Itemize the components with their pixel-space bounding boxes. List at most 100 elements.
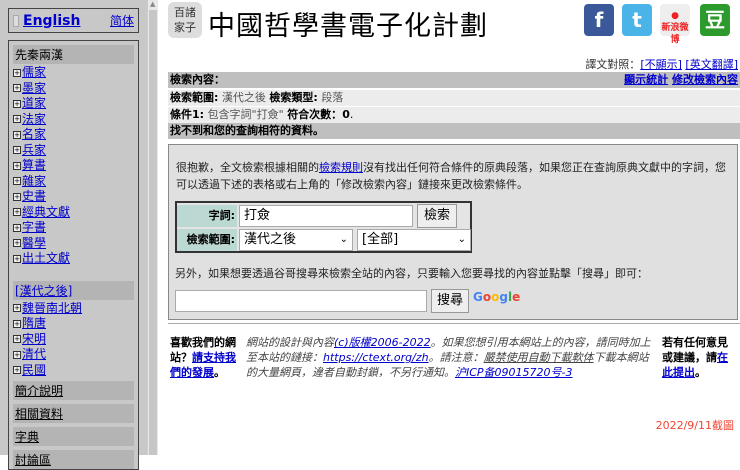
sidebar-item-pre-qin[interactable]: + 出土文獻 xyxy=(13,251,134,267)
scope-label: 檢索範圍: xyxy=(177,229,237,251)
sidebar-item-link[interactable]: 醫學 xyxy=(22,236,46,251)
expand-icon[interactable]: + xyxy=(13,84,21,93)
word-input[interactable]: 打僉 xyxy=(239,205,413,227)
sidebar-item-link[interactable]: 隋唐 xyxy=(22,316,46,331)
sidebar-item-link[interactable]: 道家 xyxy=(22,96,46,111)
expand-icon[interactable]: + xyxy=(13,146,21,155)
divider xyxy=(168,323,740,324)
twitter-icon[interactable]: t xyxy=(622,4,652,36)
sidebar-item-link[interactable]: 儒家 xyxy=(22,65,46,80)
google-search-button[interactable]: 搜尋 xyxy=(431,289,469,313)
document-icon xyxy=(13,15,19,27)
ctext-link[interactable]: https://ctext.org/zh xyxy=(323,351,429,364)
not-found-message: 找不到和您的查詢相符的資料。 xyxy=(168,123,740,139)
sidebar-item-link[interactable]: 清代 xyxy=(22,347,46,362)
expand-icon[interactable]: + xyxy=(13,350,21,359)
sidebar-item-link[interactable]: 雜家 xyxy=(22,174,46,189)
modify-search-link[interactable]: 修改檢索內容 xyxy=(672,73,738,86)
expand-icon[interactable]: + xyxy=(13,130,21,139)
chevron-down-icon: ⌄ xyxy=(339,234,348,245)
footer-feedback: 若有任何意見或建議，請在此提出。 xyxy=(662,336,728,379)
sidebar-item-link[interactable]: 民國 xyxy=(22,363,46,378)
sidebar-item-after-han[interactable]: + 民國 xyxy=(13,363,134,379)
sidebar: English 简体 先秦兩漢 + 儒家 + 墨家 + 道家 + 法家 + 名家 + 兵家 + 算書 + 雜家… xyxy=(0,0,147,470)
expand-icon[interactable]: + xyxy=(13,177,21,186)
expand-icon[interactable]: + xyxy=(13,99,21,108)
no-translation-link[interactable]: [不顯示] xyxy=(640,58,682,71)
site-title: 中國哲學書電子化計劃 xyxy=(208,11,488,42)
expand-icon[interactable]: + xyxy=(13,239,21,248)
expand-icon[interactable]: + xyxy=(13,223,21,232)
expand-icon[interactable]: + xyxy=(13,304,21,313)
sidebar-item-pre-qin[interactable]: + 經典文獻 xyxy=(13,205,134,221)
sidebar-item-pre-qin[interactable]: + 儒家 xyxy=(13,65,134,81)
show-stats-link[interactable]: 顯示統計 xyxy=(624,73,668,86)
sidebar-item-link[interactable]: 魏晉南北朝 xyxy=(22,301,82,316)
sidebar-item-link[interactable]: 經典文獻 xyxy=(22,205,70,220)
search-form: 字詞: 打僉 檢索 檢索範圍: 漢代之後 ⌄ [全部] ⌄ xyxy=(175,201,472,253)
google-logo: Google xyxy=(473,290,521,304)
scrollbar[interactable]: ▲ xyxy=(147,0,158,455)
douban-icon[interactable]: 豆 xyxy=(700,4,730,36)
weibo-icon[interactable]: ● 新浪微博 xyxy=(660,4,690,45)
sidebar-item-after-han[interactable]: + 魏晉南北朝 xyxy=(13,301,134,317)
scrollbar-thumb[interactable] xyxy=(149,10,157,455)
sidebar-item-link[interactable]: 史書 xyxy=(22,189,46,204)
sidebar-item-pre-qin[interactable]: + 雜家 xyxy=(13,174,134,190)
subscope-select[interactable]: [全部] ⌄ xyxy=(357,229,471,251)
expand-icon[interactable]: + xyxy=(13,68,21,77)
sidebar-item-pre-qin[interactable]: + 名家 xyxy=(13,127,134,143)
nav-dictionary[interactable]: 字典 xyxy=(15,430,39,444)
sidebar-item-link[interactable]: 墨家 xyxy=(22,81,46,96)
expand-icon[interactable]: + xyxy=(13,161,21,170)
sidebar-item-after-han[interactable]: + 清代 xyxy=(13,347,134,363)
english-translation-link[interactable]: [英文翻譯] xyxy=(685,58,738,71)
sidebar-item-link[interactable]: 名家 xyxy=(22,127,46,142)
sidebar-item-pre-qin[interactable]: + 史書 xyxy=(13,189,134,205)
sidebar-item-after-han[interactable]: + 宋明 xyxy=(13,332,134,348)
sidebar-item-link[interactable]: 法家 xyxy=(22,112,46,127)
word-label: 字詞: xyxy=(177,205,237,227)
scope-select[interactable]: 漢代之後 ⌄ xyxy=(239,229,353,251)
nav-box: 先秦兩漢 + 儒家 + 墨家 + 道家 + 法家 + 名家 + 兵家 + 算書 + 雜家 + 史書 + 經典文獻 + 字書… xyxy=(8,40,139,470)
sidebar-item-pre-qin[interactable]: + 醫學 xyxy=(13,236,134,252)
facebook-icon[interactable]: f xyxy=(584,4,614,36)
expand-icon[interactable]: + xyxy=(13,254,21,263)
copyright-link[interactable]: (c)版權2006-2022 xyxy=(334,336,431,349)
sidebar-item-link[interactable]: 算書 xyxy=(22,158,46,173)
google-search-input[interactable] xyxy=(175,290,427,312)
scroll-up-icon[interactable]: ▲ xyxy=(150,0,155,8)
expand-icon[interactable]: + xyxy=(13,319,21,328)
sidebar-item-pre-qin[interactable]: + 字書 xyxy=(13,220,134,236)
translation-options: 譯文對照：[不顯示] [英文翻譯] xyxy=(585,58,738,71)
nav-resources[interactable]: 相關資料 xyxy=(15,407,63,421)
language-box: English 简体 xyxy=(8,8,139,33)
sidebar-item-pre-qin[interactable]: + 算書 xyxy=(13,158,134,174)
sidebar-item-pre-qin[interactable]: + 墨家 xyxy=(13,81,134,97)
footer-copyright: 網站的設計與內容(c)版權2006-2022。如果您想引用本網站上的內容，請同時… xyxy=(246,336,651,379)
site-logo[interactable]: 百諸 家子 xyxy=(168,2,202,38)
nav-forum[interactable]: 討論區 xyxy=(15,453,51,467)
after-han-link[interactable]: [漢代之後] xyxy=(15,284,72,298)
sidebar-item-after-han[interactable]: + 隋唐 xyxy=(13,316,134,332)
sidebar-item-link[interactable]: 兵家 xyxy=(22,143,46,158)
search-button[interactable]: 檢索 xyxy=(417,204,457,228)
sidebar-item-link[interactable]: 出土文獻 xyxy=(22,251,70,266)
sidebar-item-link[interactable]: 宋明 xyxy=(22,332,46,347)
sidebar-item-pre-qin[interactable]: + 兵家 xyxy=(13,143,134,159)
expand-icon[interactable]: + xyxy=(13,366,21,375)
nav-intro[interactable]: 簡介說明 xyxy=(15,384,63,398)
english-link[interactable]: English xyxy=(23,13,80,29)
expand-icon[interactable]: + xyxy=(13,335,21,344)
simplified-link[interactable]: 简体 xyxy=(110,12,134,29)
sidebar-item-link[interactable]: 字書 xyxy=(22,220,46,235)
sidebar-item-pre-qin[interactable]: + 道家 xyxy=(13,96,134,112)
sidebar-item-pre-qin[interactable]: + 法家 xyxy=(13,112,134,128)
google-hint: 另外，如果想要透過谷哥搜尋來檢索全站的內容，只要輸入您要尋找的內容並點擊「搜尋」… xyxy=(175,267,648,280)
search-rules-link[interactable]: 檢索規則 xyxy=(319,161,363,174)
expand-icon[interactable]: + xyxy=(13,192,21,201)
condition-row: 條件1: 包含字詞"打僉" 符合次數：0. xyxy=(168,107,740,123)
icp-link[interactable]: 沪ICP备09015720号-3 xyxy=(455,366,573,379)
expand-icon[interactable]: + xyxy=(13,115,21,124)
expand-icon[interactable]: + xyxy=(13,208,21,217)
